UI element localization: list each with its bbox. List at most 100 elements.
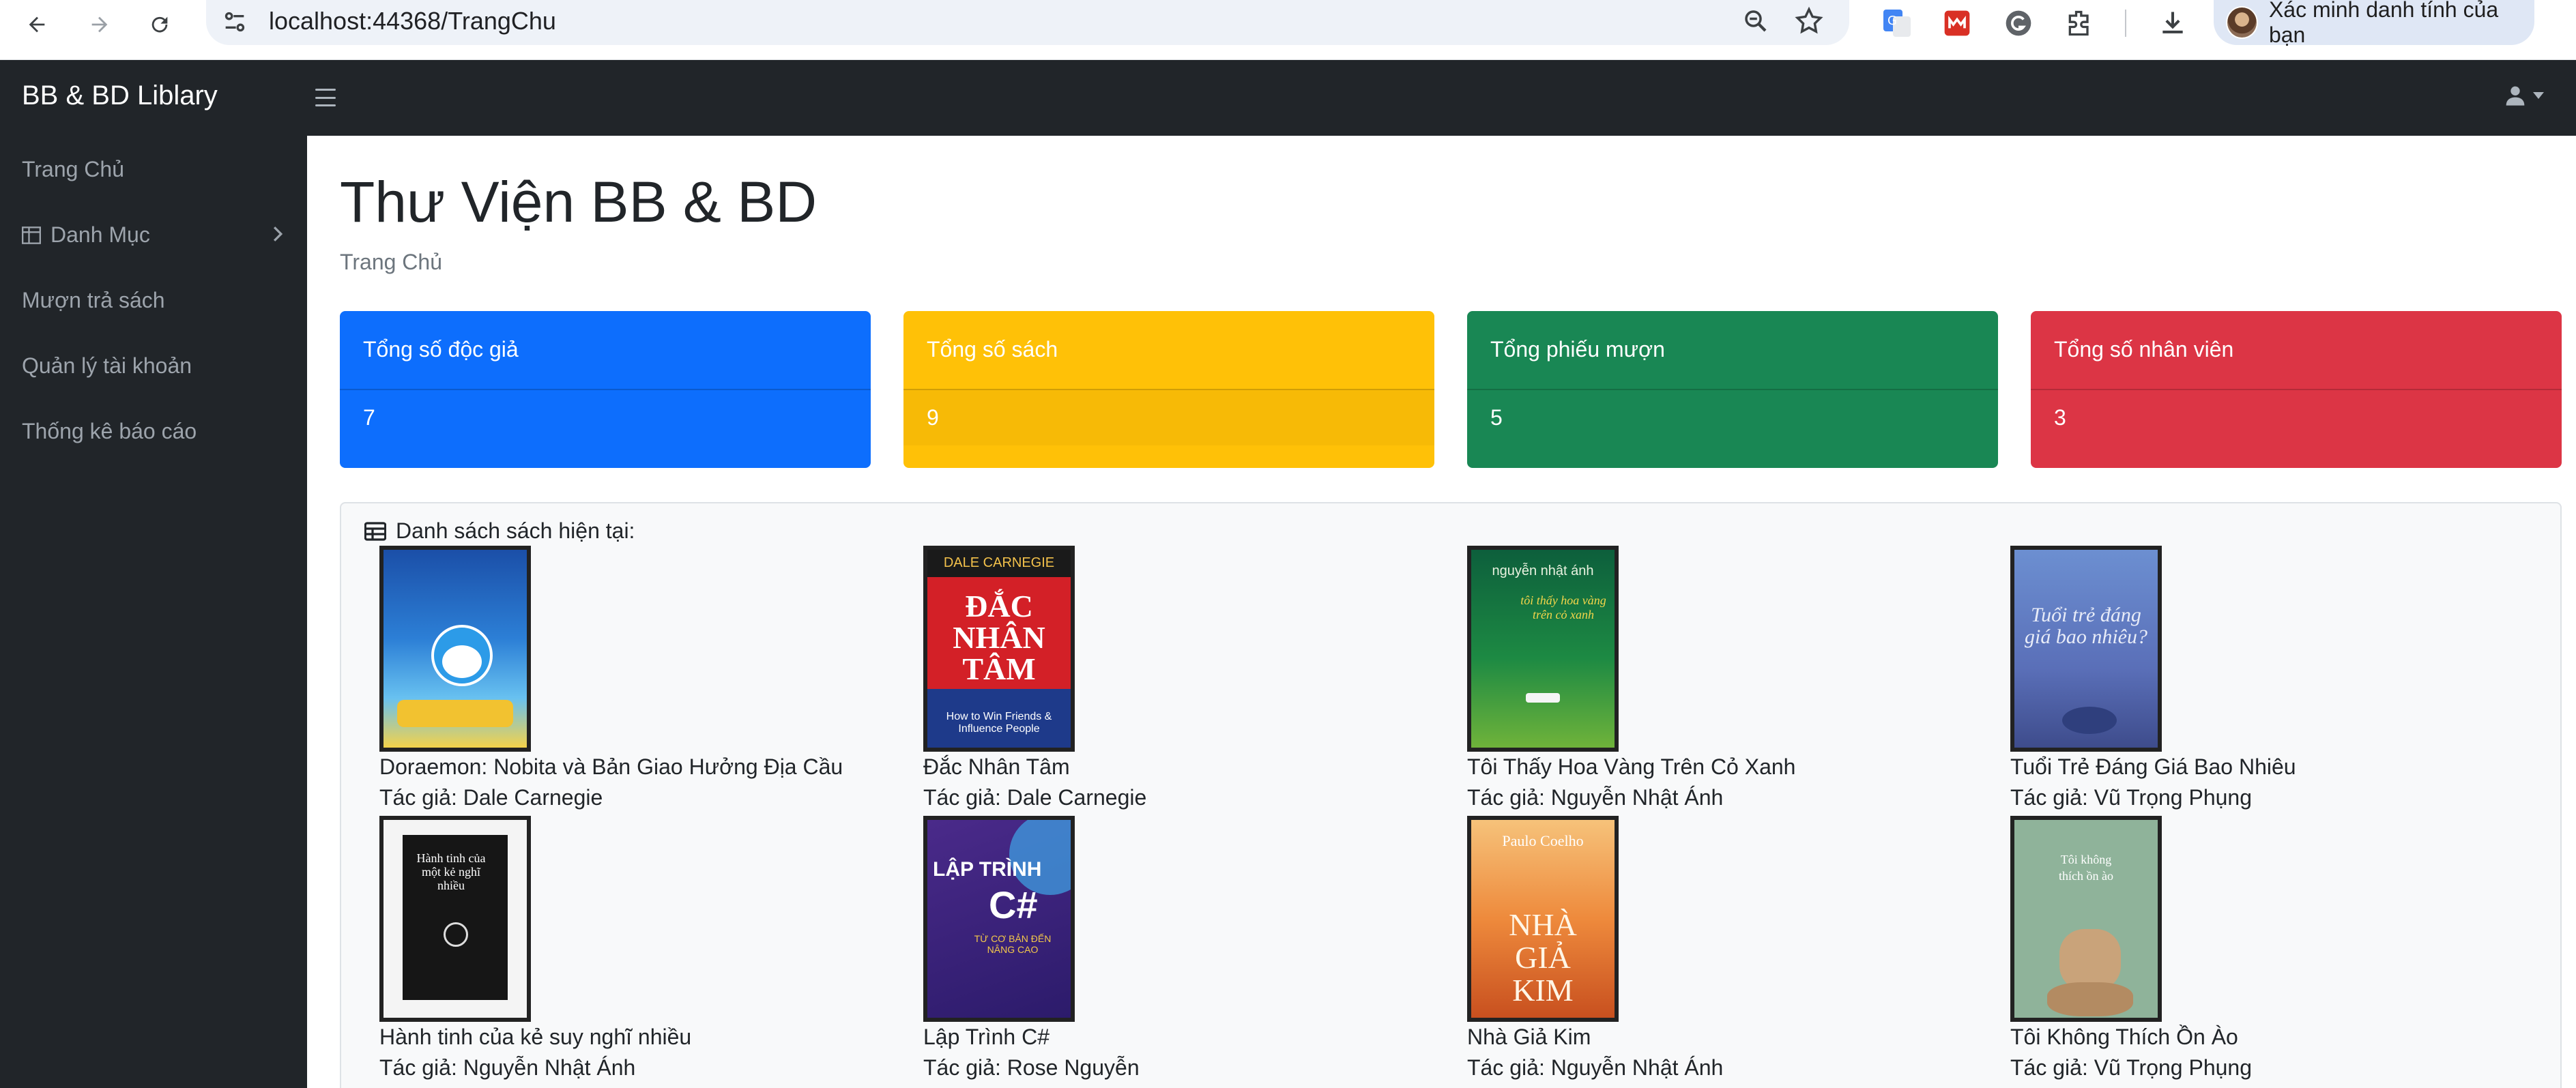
book-cover-nha-gia-kim[interactable]: Paulo Coelho NHÀ GIẢ KIM (1467, 816, 1619, 1022)
app-navbar (0, 60, 2576, 136)
sidebar-item-thong-ke-bao-cao[interactable]: Thống kê báo cáo (22, 419, 197, 444)
cover-text: How to Win Friends & Influence People (946, 711, 1052, 735)
book-card[interactable]: nguyễn nhật ánh tôi thấy hoa vàng trên c… (1467, 546, 1999, 810)
table-icon (364, 521, 386, 541)
browser-toolbar: localhost:44368/TrangChu G Xác minh danh… (0, 0, 2576, 60)
book-card[interactable]: Tuổi trẻ đáng giá bao nhiêu? Tuổi Trẻ Đá… (2010, 546, 2543, 810)
translate-extension-icon[interactable]: G (1878, 4, 1916, 42)
book-cover-hanh-tinh[interactable]: Hành tinh của một kẻ nghĩ nhiều (379, 816, 531, 1022)
cover-text: Hành tinh của một kẻ nghĩ nhiều (416, 851, 486, 892)
site-info-icon[interactable] (221, 8, 248, 39)
book-author: Tác giả: Nguyễn Nhật Ánh (379, 1055, 636, 1080)
user-icon (2506, 86, 2525, 106)
book-title: Đắc Nhân Tâm (923, 754, 1070, 779)
book-title: Hành tinh của kẻ suy nghĩ nhiều (379, 1025, 692, 1049)
book-title: Nhà Giả Kim (1467, 1025, 1591, 1049)
sidebar-item-trang-chu[interactable]: Trang Chủ (22, 157, 124, 182)
grammar-extension-icon[interactable] (1999, 4, 2038, 42)
book-card[interactable]: Doraemon: Nobita và Bản Giao Hưởng Địa C… (379, 546, 912, 810)
book-card[interactable]: DALE CARNEGIE ĐẮC NHÂN TÂM How to Win Fr… (923, 546, 1456, 810)
book-author: Tác giả: Nguyễn Nhật Ánh (1467, 785, 1724, 810)
cover-text: TỪ CƠ BẢN ĐẾN NÂNG CAO (974, 933, 1052, 955)
cover-text: tôi thấy hoa vàng trên cỏ xanh (1520, 593, 1606, 621)
book-cover-lap-trinh-csharp[interactable]: LẬP TRÌNH C# TỪ CƠ BẢN ĐẾN NÂNG CAO (923, 816, 1075, 1022)
stat-value: 9 (903, 390, 1434, 445)
back-icon[interactable] (18, 5, 56, 44)
book-cover-toi-khong-thich-on-ao[interactable]: Tôi không thích ồn ào (2010, 816, 2162, 1022)
sidebar-item-label: Mượn trả sách (22, 288, 165, 312)
user-menu[interactable] (2504, 85, 2544, 106)
extensions-puzzle-icon[interactable] (2061, 4, 2099, 42)
cover-text: Tôi không thích ồn ào (2059, 853, 2113, 883)
profile-label: Xác minh danh tính của bạn (2268, 0, 2499, 47)
book-author: Tác giả: Rose Nguyễn (923, 1055, 1140, 1080)
book-cover-tuoi-tre[interactable]: Tuổi trẻ đáng giá bao nhiêu? (2010, 546, 2162, 752)
stat-label: Tổng số nhân viên (2054, 337, 2234, 362)
forward-icon[interactable] (81, 5, 119, 44)
book-list-heading: Danh sách sách hiện tại: (364, 518, 635, 544)
address-bar[interactable]: localhost:44368/TrangChu (206, 0, 1849, 45)
book-title: Lập Trình C# (923, 1025, 1050, 1049)
toolbar-divider (2125, 10, 2126, 37)
cover-text: Paulo Coelho (1502, 832, 1584, 849)
stat-card-books[interactable]: Tổng số sách 9 (903, 311, 1434, 468)
stat-label: Tổng số độc giả (363, 337, 519, 362)
book-card[interactable]: Paulo Coelho NHÀ GIẢ KIM Nhà Giả Kim Tác… (1467, 816, 1999, 1080)
sidebar-toggle-icon[interactable] (315, 89, 336, 106)
profile-avatar (2226, 6, 2258, 39)
book-title: Tôi Thấy Hoa Vàng Trên Cỏ Xanh (1467, 754, 1796, 779)
sidebar-item-muon-tra-sach[interactable]: Mượn trả sách (22, 288, 165, 313)
stat-value: 7 (363, 405, 375, 430)
download-icon[interactable] (2154, 4, 2192, 42)
stat-value: 5 (1490, 405, 1503, 430)
cover-text: LẬP TRÌNH (933, 858, 1042, 881)
stat-card-staff[interactable]: Tổng số nhân viên 3 (2031, 311, 2562, 468)
book-cover-doraemon[interactable] (379, 546, 531, 752)
book-card[interactable]: Hành tinh của một kẻ nghĩ nhiều Hành tin… (379, 816, 912, 1080)
book-title: Tuổi Trẻ Đáng Giá Bao Nhiêu (2010, 754, 2296, 779)
page-title: Thư Viện BB & BD (340, 170, 817, 234)
app-brand[interactable]: BB & BD Liblary (22, 80, 218, 111)
stat-card-readers[interactable]: Tổng số độc giả 7 (340, 311, 871, 468)
book-author: Tác giả: Nguyễn Nhật Ánh (1467, 1055, 1724, 1080)
cover-text: nguyễn nhật ánh (1492, 563, 1594, 578)
caret-down-icon (2533, 92, 2544, 99)
book-cover-dac-nhan-tam[interactable]: DALE CARNEGIE ĐẮC NHÂN TÂM How to Win Fr… (923, 546, 1075, 752)
cover-text: DALE CARNEGIE (943, 555, 1055, 570)
sidebar-item-label: Thống kê báo cáo (22, 419, 197, 443)
stat-value: 3 (2054, 405, 2066, 430)
cover-text: Tuổi trẻ đáng giá bao nhiêu? (2025, 604, 2147, 648)
profile-button[interactable]: Xác minh danh tính của bạn (2214, 0, 2534, 47)
book-card[interactable]: Tôi không thích ồn ào Tôi Không Thích Ồn… (2010, 816, 2543, 1080)
book-card[interactable]: LẬP TRÌNH C# TỪ CƠ BẢN ĐẾN NÂNG CAO Lập … (923, 816, 1456, 1080)
stat-label: Tổng số sách (927, 337, 1058, 362)
cover-text: NHÀ GIẢ KIM (1509, 907, 1577, 1008)
book-title: Tôi Không Thích Ồn Ào (2010, 1025, 2238, 1049)
book-list-title: Danh sách sách hiện tại: (396, 518, 635, 543)
sidebar (0, 136, 307, 1088)
book-author: Tác giả: Dale Carnegie (923, 785, 1147, 810)
book-author: Tác giả: Vũ Trọng Phụng (2010, 1055, 2252, 1080)
breadcrumb: Trang Chủ (340, 250, 442, 274)
bookmark-star-icon[interactable] (1793, 5, 1825, 40)
red-extension-icon[interactable] (1938, 4, 1976, 42)
book-title: Doraemon: Nobita và Bản Giao Hưởng Địa C… (379, 754, 843, 779)
zoom-icon[interactable] (1741, 7, 1770, 39)
cover-text: ĐẮC NHÂN TÂM (953, 589, 1045, 686)
book-author: Tác giả: Dale Carnegie (379, 785, 603, 810)
book-author: Tác giả: Vũ Trọng Phụng (2010, 785, 2252, 810)
sidebar-item-label: Danh Mục (50, 222, 150, 247)
sidebar-item-quan-ly-tai-khoan[interactable]: Quản lý tài khoản (22, 353, 192, 379)
cover-text: C# (989, 883, 1038, 926)
sidebar-item-danh-muc[interactable]: Danh Mục (22, 222, 302, 248)
book-cover-hoa-vang[interactable]: nguyễn nhật ánh tôi thấy hoa vàng trên c… (1467, 546, 1619, 752)
sidebar-item-label: Trang Chủ (22, 157, 124, 181)
stat-label: Tổng phiếu mượn (1490, 337, 1665, 362)
stat-card-loans[interactable]: Tổng phiếu mượn 5 (1467, 311, 1998, 468)
reload-icon[interactable] (141, 5, 179, 44)
columns-icon (22, 226, 41, 244)
svg-text:G: G (1887, 14, 1897, 28)
chevron-right-icon (273, 226, 283, 241)
url-text[interactable]: localhost:44368/TrangChu (269, 7, 556, 35)
sidebar-item-label: Quản lý tài khoản (22, 353, 192, 378)
